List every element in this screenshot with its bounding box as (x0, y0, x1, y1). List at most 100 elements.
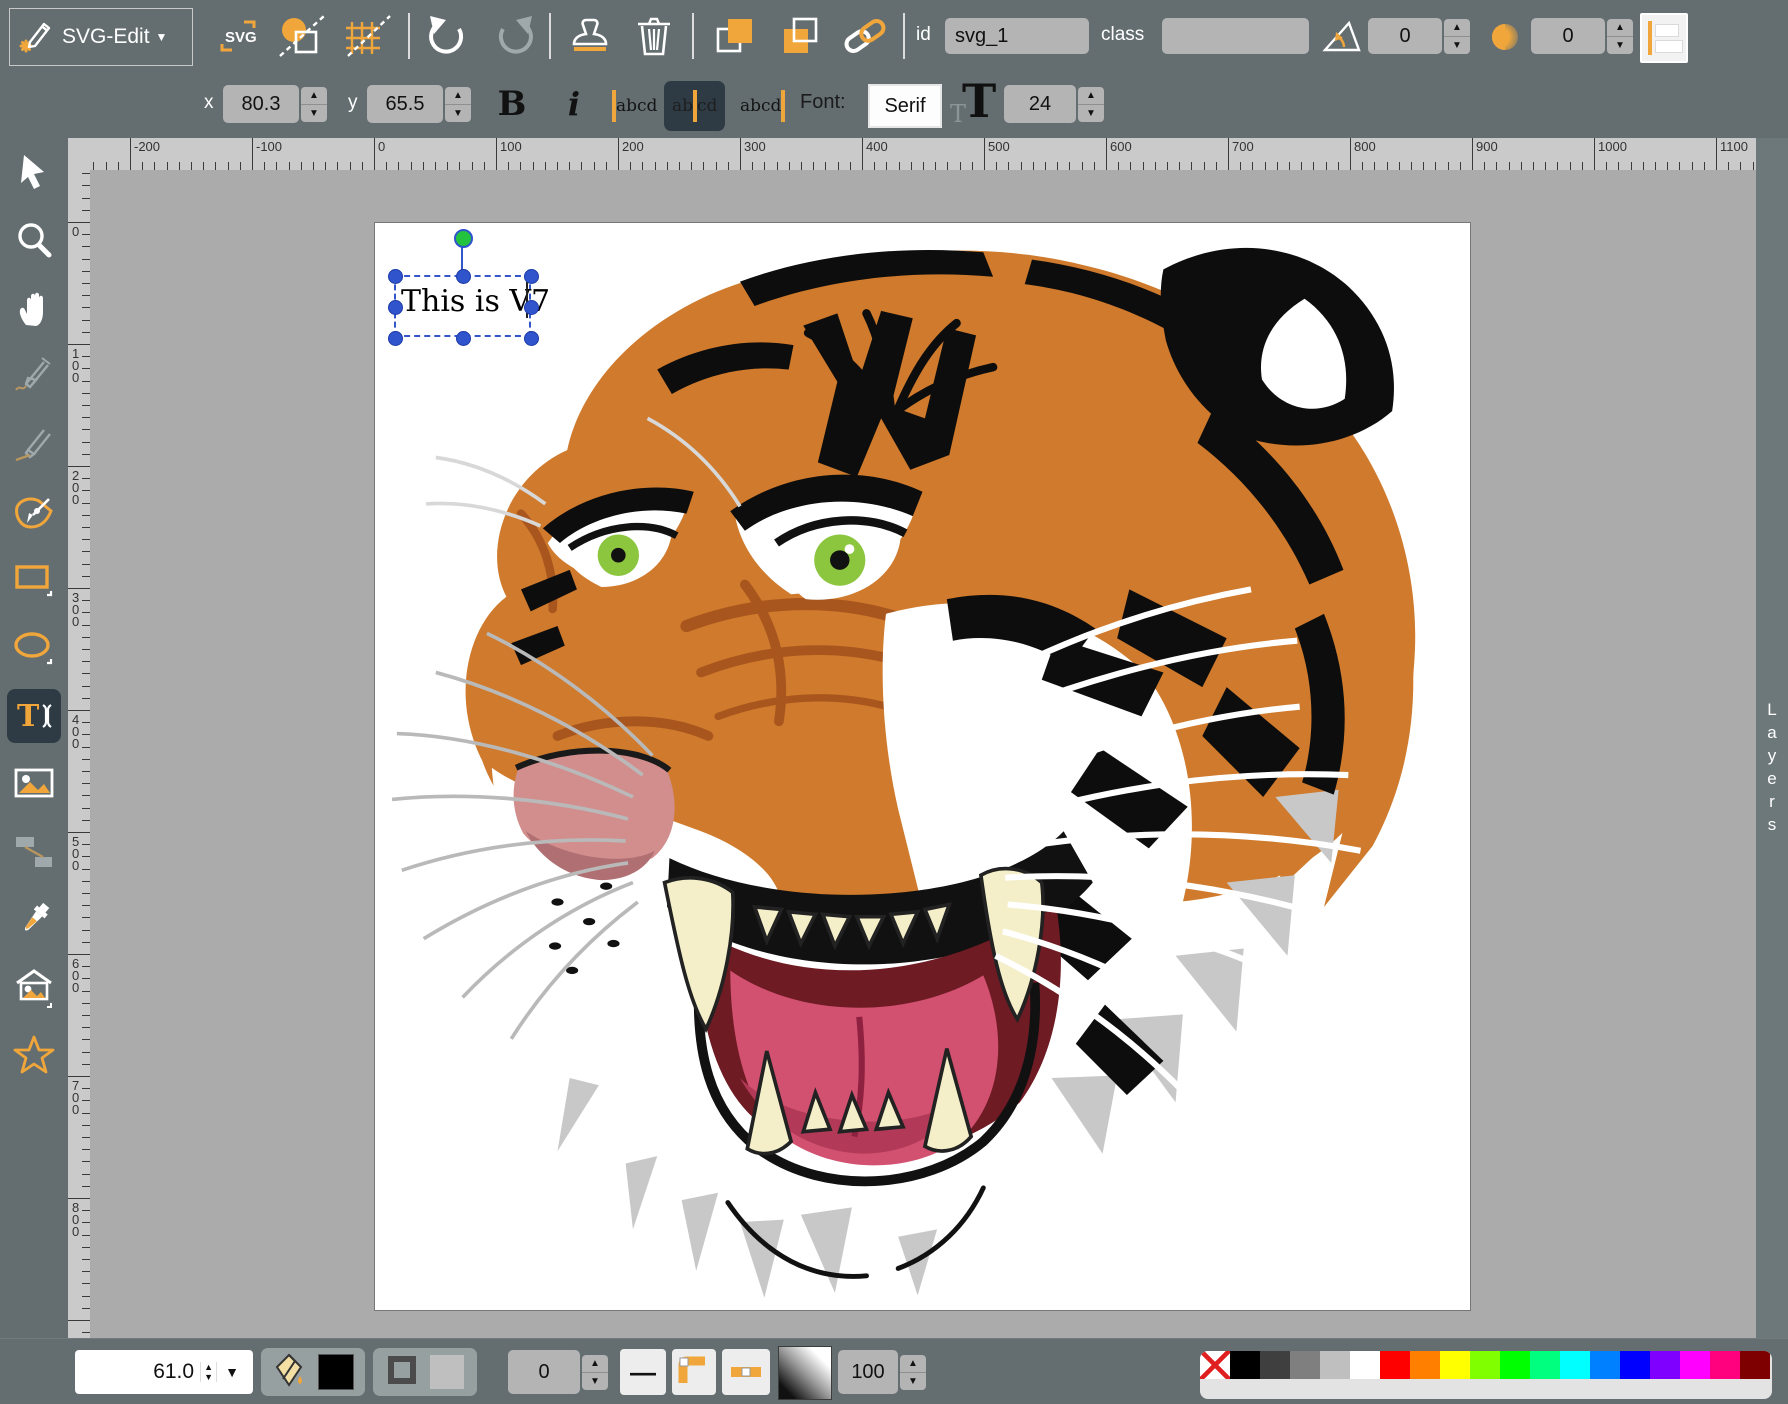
linejoin-button[interactable] (672, 1349, 716, 1395)
tool-text-selected[interactable]: T (0, 682, 68, 750)
palette-swatch[interactable] (1290, 1351, 1320, 1379)
tool-line-disabled[interactable] (0, 410, 68, 478)
selection-handle-ne[interactable] (524, 269, 539, 284)
zoom-control[interactable]: 61.0 ▲ ▼ ▼ (75, 1350, 253, 1394)
x-input[interactable]: 80.3 (223, 85, 299, 123)
spin-up-icon[interactable]: ▲ (1078, 87, 1104, 105)
spin-up-icon[interactable]: ▲ (301, 87, 327, 105)
selection-handle-sw[interactable] (388, 331, 403, 346)
x-spinner[interactable]: 80.3 ▲▼ (223, 85, 327, 123)
blur-input[interactable]: 0 (1531, 18, 1605, 54)
spin-up-icon[interactable]: ▲ (1444, 19, 1470, 37)
zoom-dropdown-icon[interactable]: ▼ (217, 1364, 247, 1380)
palette-swatch[interactable] (1740, 1351, 1770, 1379)
blur-spin-buttons[interactable]: ▲▼ (1607, 19, 1633, 54)
opacity-gradient-swatch[interactable] (778, 1346, 832, 1400)
stroke-width-spinner[interactable]: 0 ▲▼ (508, 1350, 608, 1394)
selection-handle-se[interactable] (524, 331, 539, 346)
angle-spinner[interactable]: 0 ▲▼ (1368, 18, 1470, 54)
selection-handle-nw[interactable] (388, 269, 403, 284)
palette-swatch[interactable] (1410, 1351, 1440, 1379)
selection-handle-w[interactable] (388, 300, 403, 315)
spin-up-icon[interactable]: ▲ (582, 1355, 608, 1373)
spin-down-icon[interactable]: ▼ (1607, 37, 1633, 54)
element-class-input[interactable] (1162, 18, 1309, 54)
tool-star[interactable] (0, 1022, 68, 1090)
clone-stamp-button[interactable] (566, 12, 614, 60)
spin-up-icon[interactable]: ▲ (204, 1362, 213, 1372)
palette-swatch[interactable] (1320, 1351, 1350, 1379)
fill-color-swatch[interactable] (318, 1354, 354, 1390)
opacity-spinner[interactable]: 100 ▲▼ (838, 1350, 926, 1394)
align-dropdown-button[interactable] (1640, 13, 1688, 63)
palette-swatch-none[interactable] (1200, 1351, 1230, 1379)
canvas-viewport[interactable]: This is V7 (90, 170, 1756, 1338)
opacity-spin-buttons[interactable]: ▲▼ (900, 1355, 926, 1390)
palette-swatch[interactable] (1620, 1351, 1650, 1379)
palette-swatch[interactable] (1230, 1351, 1260, 1379)
tool-ellipse[interactable] (0, 614, 68, 682)
tool-eyedropper[interactable] (0, 886, 68, 954)
stroke-color-control[interactable] (373, 1348, 477, 1396)
palette-swatch[interactable] (1500, 1351, 1530, 1379)
move-to-bottom-button[interactable] (776, 12, 826, 60)
spin-up-icon[interactable]: ▲ (1607, 19, 1633, 37)
spin-down-icon[interactable]: ▼ (301, 105, 327, 122)
palette-swatch[interactable] (1590, 1351, 1620, 1379)
selection-handle-s[interactable] (456, 331, 471, 346)
stroke-width-spin-buttons[interactable]: ▲▼ (582, 1355, 608, 1390)
selection-handle-n[interactable] (456, 269, 471, 284)
tool-pencil-disabled[interactable] (0, 342, 68, 410)
y-spinner[interactable]: 65.5 ▲▼ (367, 85, 471, 123)
spin-down-icon[interactable]: ▼ (1444, 37, 1470, 54)
zoom-spin-buttons[interactable]: ▲ ▼ (200, 1362, 217, 1382)
move-to-top-button[interactable] (710, 12, 760, 60)
spin-up-icon[interactable]: ▲ (900, 1355, 926, 1373)
delete-trash-button[interactable] (630, 12, 678, 60)
tool-image[interactable] (0, 750, 68, 818)
svg-canvas-page[interactable] (374, 222, 1471, 1311)
spin-down-icon[interactable]: ▼ (204, 1372, 213, 1382)
tool-pan[interactable] (0, 274, 68, 342)
selection-handle-e[interactable] (524, 300, 539, 315)
tool-shape-library[interactable] (0, 954, 68, 1022)
stroke-dash-dropdown[interactable]: — (620, 1349, 666, 1395)
undo-button[interactable] (424, 12, 472, 60)
palette-swatch[interactable] (1260, 1351, 1290, 1379)
element-id-input[interactable]: svg_1 (945, 18, 1089, 54)
layers-panel-toggle[interactable]: L a y e r s (1756, 138, 1788, 1338)
stroke-width-input[interactable]: 0 (508, 1350, 580, 1394)
tool-select[interactable] (0, 138, 68, 206)
blur-spinner[interactable]: 0 ▲▼ (1531, 18, 1633, 54)
palette-swatch[interactable] (1680, 1351, 1710, 1379)
tool-rect[interactable] (0, 546, 68, 614)
palette-swatch[interactable] (1530, 1351, 1560, 1379)
zoom-value[interactable]: 61.0 (81, 1360, 200, 1384)
font-family-button[interactable]: Serif (868, 84, 942, 128)
spin-down-icon[interactable]: ▼ (1078, 105, 1104, 122)
grid-snap-icon[interactable] (340, 14, 396, 58)
redo-button-disabled[interactable] (490, 12, 538, 60)
wireframe-shapes-icon[interactable] (274, 14, 330, 58)
palette-swatch[interactable] (1380, 1351, 1410, 1379)
tool-connector-disabled[interactable] (0, 818, 68, 886)
palette-swatch[interactable] (1470, 1351, 1500, 1379)
opacity-input[interactable]: 100 (838, 1350, 898, 1394)
angle-input[interactable]: 0 (1368, 18, 1442, 54)
palette-swatch[interactable] (1710, 1351, 1740, 1379)
palette-swatch[interactable] (1560, 1351, 1590, 1379)
spin-down-icon[interactable]: ▼ (582, 1373, 608, 1390)
edit-source-button[interactable]: SVG (212, 16, 264, 56)
font-size-spin-buttons[interactable]: ▲▼ (1078, 87, 1104, 122)
fill-color-control[interactable] (261, 1348, 365, 1396)
tool-zoom[interactable] (0, 206, 68, 274)
spin-up-icon[interactable]: ▲ (445, 87, 471, 105)
font-size-input[interactable]: 24 (1004, 85, 1076, 123)
text-anchor-start-button[interactable]: abcd (612, 86, 657, 126)
palette-swatch[interactable] (1650, 1351, 1680, 1379)
font-size-spinner[interactable]: 24 ▲▼ (1004, 85, 1104, 123)
make-link-button[interactable] (838, 12, 892, 60)
palette-swatch[interactable] (1350, 1351, 1380, 1379)
x-spin-buttons[interactable]: ▲▼ (301, 87, 327, 122)
text-anchor-end-button[interactable]: abcd (740, 86, 785, 126)
